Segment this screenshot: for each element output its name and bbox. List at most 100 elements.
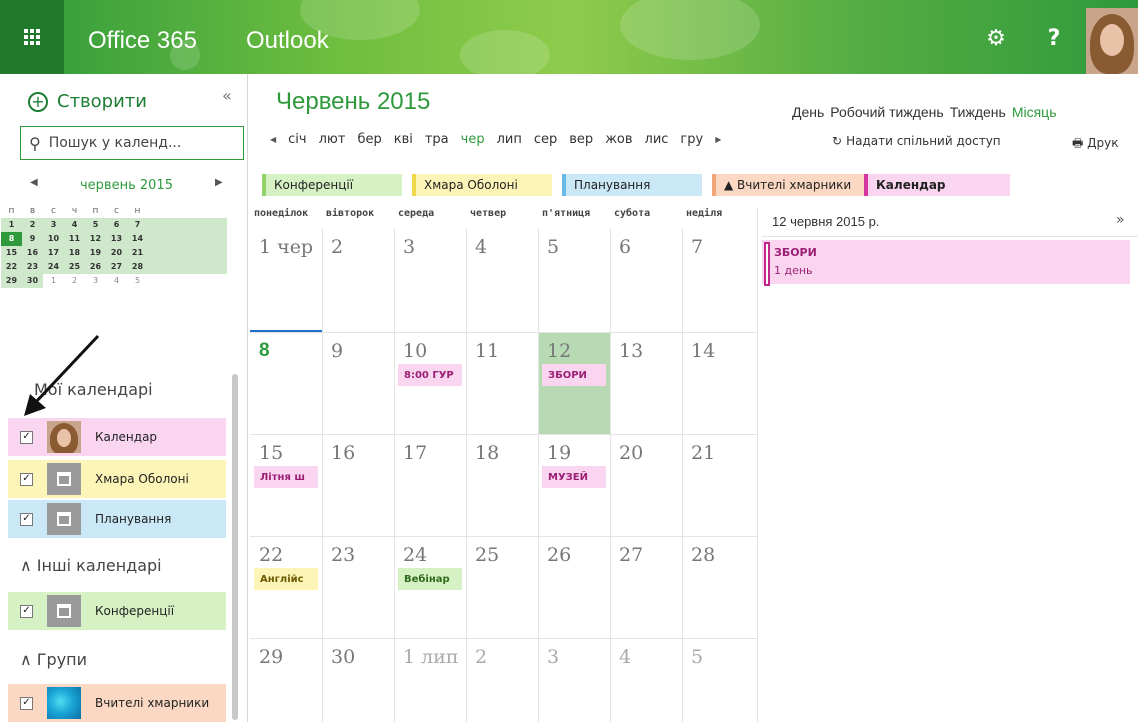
mini-day[interactable]: 15 [1, 246, 22, 260]
share-button[interactable]: ↻ Надати спільний доступ [832, 134, 1001, 148]
calendar-icon-thumb [47, 503, 81, 535]
calendar-label: Вчителі хмарники [95, 696, 210, 710]
agenda-event[interactable]: ЗБОРИ 1 день [762, 240, 1130, 286]
calendar-chip[interactable]: Календар [864, 174, 1010, 196]
mini-day[interactable]: 12 [85, 232, 106, 246]
calendar-chip[interactable]: Планування [562, 174, 702, 196]
month-link[interactable]: лип [497, 132, 522, 147]
app-name-label[interactable]: Outlook [246, 27, 329, 55]
settings-button[interactable]: ⚙ [976, 18, 1016, 58]
mini-day[interactable]: 3 [43, 218, 64, 232]
mini-day[interactable]: 23 [22, 260, 43, 274]
calendar-item-vchyteli-khmarnyky[interactable]: ✓ Вчителі хмарники [8, 684, 226, 722]
calendar-search-input[interactable]: ⚲ Пошук у календ... [20, 126, 244, 160]
calendar-chip[interactable]: Конференції [262, 174, 402, 196]
mini-day[interactable]: 27 [106, 260, 127, 274]
mini-day[interactable]: 1 [43, 274, 64, 288]
month-link[interactable]: лис [645, 132, 669, 147]
mini-day[interactable]: 18 [64, 246, 85, 260]
next-year-icon[interactable]: ▶ [715, 135, 721, 144]
help-button[interactable]: ? [1034, 18, 1074, 58]
prev-year-icon[interactable]: ◀ [270, 135, 276, 144]
mini-day[interactable]: 6 [106, 218, 127, 232]
mini-weekday-head: п [8, 206, 15, 216]
calendar-event[interactable]: ЗБОРИ [542, 364, 606, 386]
calendar-event[interactable]: Англійс [254, 568, 318, 590]
mini-day[interactable]: 17 [43, 246, 64, 260]
month-link[interactable]: сер [534, 132, 557, 147]
mini-day[interactable]: 28 [127, 260, 148, 274]
groups-header[interactable]: ∧ Групи [20, 650, 87, 669]
print-button[interactable]: 🖶 Друк [1072, 134, 1119, 155]
mini-day[interactable]: 24 [43, 260, 64, 274]
mini-month-label[interactable]: червень 2015 [80, 178, 173, 193]
mini-day[interactable]: 25 [64, 260, 85, 274]
mini-day[interactable]: 13 [106, 232, 127, 246]
printer-icon: 🖶 [1072, 136, 1084, 150]
mini-day[interactable]: 8 [1, 232, 22, 246]
month-link[interactable]: жов [605, 132, 632, 147]
brand-label[interactable]: Office 365 [88, 27, 197, 55]
mini-day[interactable]: 1 [1, 218, 22, 232]
month-link[interactable]: кві [394, 132, 413, 147]
month-link[interactable]: лют [319, 132, 346, 147]
mini-day[interactable]: 11 [64, 232, 85, 246]
next-month-icon[interactable]: ▶ [215, 177, 223, 188]
share-label: Надати спільний доступ [846, 134, 1001, 148]
calendar-chip[interactable]: Хмара Оболоні [412, 174, 552, 196]
checkbox-checked-icon[interactable]: ✓ [20, 604, 33, 618]
user-avatar[interactable] [1086, 8, 1138, 74]
prev-month-icon[interactable]: ◀ [30, 177, 38, 188]
checkbox-checked-icon[interactable]: ✓ [20, 472, 33, 486]
calendar-item-planuvannia[interactable]: ✓ Планування [8, 500, 226, 538]
mini-day[interactable]: 9 [22, 232, 43, 246]
calendar-event[interactable]: 8:00 ГУР [398, 364, 462, 386]
mini-day[interactable]: 20 [106, 246, 127, 260]
mini-day[interactable]: 3 [85, 274, 106, 288]
create-button[interactable]: + Створити [28, 91, 147, 112]
mini-day[interactable]: 5 [85, 218, 106, 232]
mini-day[interactable]: 29 [1, 274, 22, 288]
mini-day[interactable]: 2 [22, 218, 43, 232]
mini-day[interactable]: 16 [22, 246, 43, 260]
checkbox-checked-icon[interactable]: ✓ [20, 430, 33, 444]
left-panel-scrollbar[interactable] [232, 374, 238, 720]
collapse-panel-button[interactable]: « [222, 86, 232, 105]
mini-day[interactable]: 5 [127, 274, 148, 288]
mini-day[interactable]: 21 [127, 246, 148, 260]
view-workweek-button[interactable]: Робочий тиждень [830, 104, 943, 120]
mini-day[interactable]: 7 [127, 218, 148, 232]
checkbox-checked-icon[interactable]: ✓ [20, 512, 33, 526]
view-day-button[interactable]: День [792, 104, 824, 120]
mini-day[interactable]: 22 [1, 260, 22, 274]
mini-day[interactable]: 4 [106, 274, 127, 288]
expand-pane-button[interactable]: » [1116, 212, 1125, 228]
calendar-item-calendar[interactable]: ✓ Календар [8, 418, 226, 456]
mini-day[interactable]: 26 [85, 260, 106, 274]
view-month-button[interactable]: Місяць [1012, 104, 1057, 120]
calendar-chip[interactable]: ▲ Вчителі хмарники [712, 174, 872, 196]
month-link[interactable]: січ [288, 132, 306, 147]
mini-day[interactable]: 4 [64, 218, 85, 232]
other-calendars-header[interactable]: ∧ Інші календарі [20, 556, 162, 575]
create-label: Створити [57, 91, 147, 112]
month-link[interactable]: чер [461, 132, 485, 147]
calendar-event[interactable]: Літня ш [254, 466, 318, 488]
mini-day[interactable]: 10 [43, 232, 64, 246]
month-link[interactable]: вер [569, 132, 593, 147]
app-launcher-button[interactable] [0, 0, 64, 74]
calendar-item-khmara-oboloni[interactable]: ✓ Хмара Оболоні [8, 460, 226, 498]
mini-day[interactable]: 30 [22, 274, 43, 288]
calendar-event[interactable]: МУЗЕЙ [542, 466, 606, 488]
calendar-event[interactable]: Вебінар [398, 568, 462, 590]
month-link[interactable]: гру [680, 132, 703, 147]
mini-day[interactable]: 14 [127, 232, 148, 246]
mini-day[interactable]: 2 [64, 274, 85, 288]
checkbox-checked-icon[interactable]: ✓ [20, 696, 33, 710]
month-link[interactable]: тра [425, 132, 449, 147]
view-week-button[interactable]: Тиждень [950, 104, 1006, 120]
mini-day[interactable]: 19 [85, 246, 106, 260]
day-number: 19 [547, 442, 572, 464]
month-link[interactable]: бер [357, 132, 381, 147]
calendar-item-konferentsii[interactable]: ✓ Конференції [8, 592, 226, 630]
